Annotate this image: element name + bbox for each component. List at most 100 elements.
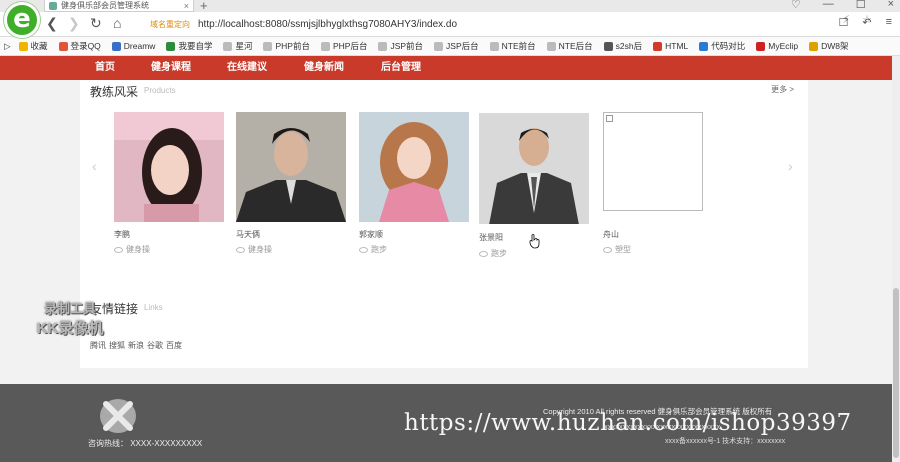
vertical-scrollbar[interactable]	[892, 56, 900, 462]
coach-card[interactable]: 郭家顺 跑步	[359, 112, 469, 254]
coach-type-text: 跑步	[371, 245, 387, 254]
bookmark-item[interactable]: 登录QQ	[58, 40, 101, 52]
bookmarks-bar: ▷ 收藏 登录QQ Dreamw 我要自学 星河 PHP前台 PHP后台 JSP前台 JSP后台 N…	[0, 37, 900, 56]
bookmark-label: Dreamw	[123, 41, 156, 51]
coach-card[interactable]: 李鹏 健身操	[114, 112, 224, 254]
bookmark-item[interactable]: 代码对比	[699, 40, 745, 52]
coach-name: 郭家顺	[359, 230, 383, 239]
bookmark-label: NTE前台	[501, 41, 536, 51]
coach-type-text: 健身操	[248, 245, 272, 254]
bookmark-item[interactable]: s2sh后	[603, 40, 643, 52]
url-field[interactable]: 域名重定向 http://localhost:8080/ssmjsjlbhygl…	[140, 15, 830, 34]
bookmark-label: JSP后台	[446, 41, 479, 51]
bookmark-label: PHP前台	[275, 41, 310, 51]
browser-tab[interactable]: 健身俱乐部会员管理系统 ×	[44, 0, 194, 12]
coach-section-title: 教练风采	[90, 85, 139, 99]
bookmark-item[interactable]: JSP前台	[378, 40, 423, 52]
bookmark-icon	[489, 41, 499, 51]
coach-type: 跑步	[479, 248, 507, 259]
link-baidu[interactable]: 百度	[166, 340, 182, 351]
bookmark-label: 收藏	[30, 41, 48, 51]
address-bar: ❮ ❯ ↻ ⌂ 域名重定向 http://localhost:8080/ssmj…	[0, 12, 900, 37]
back-button[interactable]: ❮	[46, 15, 58, 32]
bookmark-item[interactable]: 星河	[223, 40, 252, 52]
url-text[interactable]: http://localhost:8080/ssmjsjlbhyglxthsg7…	[198, 19, 457, 30]
bookmark-item[interactable]: HTML	[653, 41, 688, 51]
footer-hotline: 咨询热线： XXXX-XXXXXXXXX	[88, 439, 203, 448]
coach-name: 李鹏	[114, 230, 130, 239]
nav-admin[interactable]: 后台管理	[381, 56, 421, 80]
bookmark-item[interactable]: DW8架	[809, 40, 848, 52]
coach-card[interactable]: 张景阳 跑步	[479, 112, 589, 258]
link-sohu[interactable]: 搜狐	[109, 340, 125, 351]
maximize-button[interactable]: ☐	[856, 0, 866, 11]
toolbar-buttons: ☐ ↶ ≡	[838, 16, 892, 29]
eye-icon	[359, 246, 368, 253]
forward-button[interactable]: ❯	[68, 15, 80, 32]
bookmark-icon	[699, 41, 709, 51]
window-controls: ♡ — ☐ ×	[791, 0, 894, 11]
bookmark-item[interactable]: NTE前台	[489, 40, 536, 52]
favorite-heart-icon[interactable]: ♡	[791, 0, 801, 11]
bookmark-label: NTE后台	[558, 41, 593, 51]
bookmark-label: 我要自学	[178, 41, 213, 51]
bookmark-item[interactable]: Dreamw	[111, 41, 156, 51]
minimize-button[interactable]: —	[823, 0, 834, 11]
bookmark-icon	[378, 41, 388, 51]
coach-photo[interactable]	[114, 112, 224, 222]
bookmark-item[interactable]: MyEclip	[756, 41, 798, 51]
recorder-line-1: 录制工具	[43, 301, 96, 316]
nav-courses[interactable]: 健身课程	[151, 56, 191, 80]
link-google[interactable]: 谷歌	[147, 340, 163, 351]
coach-type-text: 健身操	[126, 245, 150, 254]
eye-icon	[114, 246, 123, 253]
broken-image-icon	[606, 115, 613, 122]
carousel-next-icon[interactable]: ›	[788, 158, 793, 174]
nav-suggestions[interactable]: 在线建议	[227, 56, 267, 80]
bookmark-icon	[653, 41, 663, 51]
link-sina[interactable]: 新浪	[128, 340, 144, 351]
coach-more-link[interactable]: 更多 >	[771, 84, 794, 95]
reader-mode-icon[interactable]: ☐	[838, 16, 848, 29]
coach-card[interactable]: 马天俩 健身操	[236, 112, 346, 254]
bookmark-item[interactable]: NTE后台	[546, 40, 593, 52]
bookmark-item[interactable]: JSP后台	[434, 40, 479, 52]
close-window-button[interactable]: ×	[888, 0, 894, 11]
nav-news[interactable]: 健身新闻	[304, 56, 344, 80]
bookmark-label: DW8架	[821, 41, 849, 51]
eye-icon	[479, 250, 488, 257]
page-viewport: 首页 健身课程 在线建议 健身新闻 后台管理 教练风采 Products 更多 …	[0, 56, 900, 462]
tab-title: 健身俱乐部会员管理系统	[61, 1, 149, 10]
bookmark-icon	[58, 41, 68, 51]
coach-section-subtitle: Products	[144, 86, 176, 95]
bookmark-icon	[166, 41, 176, 51]
coach-photo[interactable]	[359, 112, 469, 222]
bookmark-label: 登录QQ	[70, 41, 101, 51]
coach-photo-placeholder[interactable]	[603, 112, 703, 211]
carousel-prev-icon[interactable]: ‹	[92, 158, 97, 174]
coach-card[interactable]: 舟山 塑型	[603, 112, 703, 254]
bookmark-item[interactable]: 收藏	[18, 40, 48, 52]
bookmark-icon	[111, 41, 121, 51]
link-tencent[interactable]: 腾讯	[90, 340, 106, 351]
tab-close-icon[interactable]: ×	[184, 1, 189, 11]
footer-logo-icon	[100, 399, 136, 433]
coach-type-text: 塑型	[615, 245, 631, 254]
bookmark-icon	[18, 41, 28, 51]
menu-icon[interactable]: ≡	[886, 16, 892, 29]
coach-photo[interactable]	[236, 112, 346, 222]
reload-button[interactable]: ↻	[90, 15, 102, 32]
bookmark-item[interactable]: PHP后台	[320, 40, 367, 52]
bookmark-item[interactable]: 我要自学	[166, 40, 212, 52]
scrollbar-thumb[interactable]	[893, 288, 899, 458]
nav-home[interactable]: 首页	[95, 56, 115, 80]
bookmarks-toggle-icon[interactable]: ▷	[4, 41, 11, 52]
home-button[interactable]: ⌂	[113, 15, 121, 31]
coach-photo[interactable]	[479, 112, 589, 224]
undo-close-icon[interactable]: ↶	[862, 16, 871, 29]
recorder-watermark: 录制工具 KK录像机	[20, 298, 120, 338]
bookmark-label: s2sh后	[615, 41, 643, 51]
coach-type: 塑型	[603, 244, 631, 255]
browser-logo-icon: e	[4, 2, 40, 38]
bookmark-item[interactable]: PHP前台	[263, 40, 310, 52]
